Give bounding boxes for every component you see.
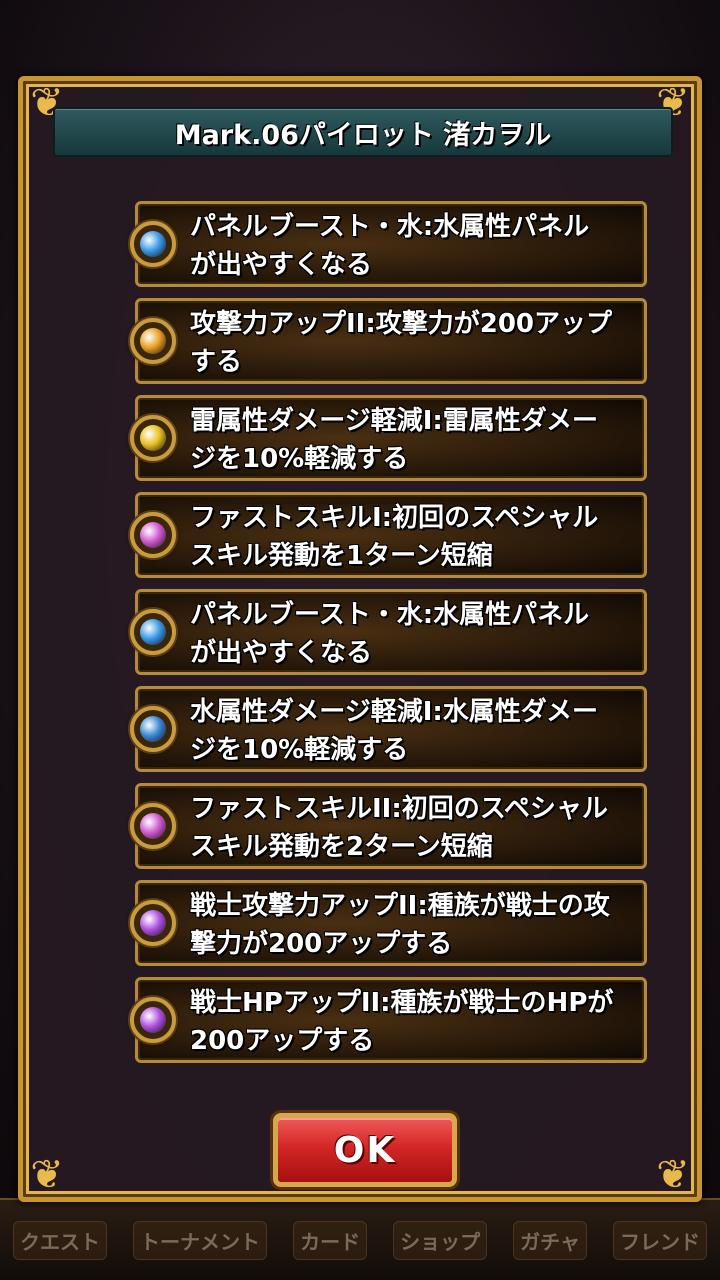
skill-dialog: ❦ ❦ ❦ ❦ Mark.06パイロット 渚カヲル パネルブースト・水:水属性パ… (18, 76, 702, 1202)
nav-gacha: ガチャ (513, 1220, 587, 1260)
dialog-title: Mark.06パイロット 渚カヲル (174, 119, 552, 151)
ok-label: OK (333, 1129, 397, 1171)
skill-description: 水属性ダメージ軽減I:水属性ダメー ジを10%軽減する (190, 697, 598, 765)
ok-button[interactable]: OK (273, 1113, 457, 1187)
skill-row: 戦士攻撃力アップII:種族が戦士の攻 撃力が200アップする (130, 880, 647, 966)
skill-description: 戦士HPアップII:種族が戦士のHPが 200アップする (190, 988, 614, 1056)
skill-row: ファストスキルII:初回のスペシャル スキル発動を2ターン短縮 (130, 783, 647, 869)
fast-skill-icon (130, 512, 176, 558)
screen: クエスト トーナメント カード ショップ ガチャ フレンド ❦ ❦ ❦ ❦ Ma… (0, 0, 720, 1280)
water-guard-icon (130, 706, 176, 752)
skill-row: 戦士HPアップII:種族が戦士のHPが 200アップする (130, 977, 647, 1063)
warrior-hp-icon (130, 997, 176, 1043)
skill-row: パネルブースト・水:水属性パネル が出やすくなる (130, 201, 647, 287)
skill-description: ファストスキルI:初回のスペシャル スキル発動を1ターン短縮 (190, 503, 599, 571)
bottom-nav: クエスト トーナメント カード ショップ ガチャ フレンド (0, 1198, 720, 1280)
skill-row: 雷属性ダメージ軽減I:雷属性ダメー ジを10%軽減する (130, 395, 647, 481)
dialog-title-bar: Mark.06パイロット 渚カヲル (53, 107, 673, 157)
nav-shop: ショップ (393, 1220, 488, 1260)
skill-description: 攻撃力アップII:攻撃力が200アップ する (190, 309, 613, 377)
nav-card: カード (293, 1220, 368, 1260)
skill-row: 水属性ダメージ軽減I:水属性ダメー ジを10%軽減する (130, 686, 647, 772)
skill-description: パネルブースト・水:水属性パネル が出やすくなる (190, 212, 590, 280)
ornament-icon: ❦ (656, 1152, 690, 1198)
skill-description: 戦士攻撃力アップII:種族が戦士の攻 撃力が200アップする (190, 891, 610, 959)
skill-description: ファストスキルII:初回のスペシャル スキル発動を2ターン短縮 (190, 794, 608, 862)
skill-row: ファストスキルI:初回のスペシャル スキル発動を1ターン短縮 (130, 492, 647, 578)
thunder-guard-icon (130, 415, 176, 461)
fast-skill-icon (130, 803, 176, 849)
skill-row: パネルブースト・水:水属性パネル が出やすくなる (130, 589, 647, 675)
nav-quest: クエスト (13, 1220, 108, 1260)
water-panel-icon (130, 609, 176, 655)
warrior-attack-icon (130, 900, 176, 946)
ornament-icon: ❦ (30, 1152, 64, 1198)
nav-friend: フレンド (612, 1220, 707, 1260)
skill-row: 攻撃力アップII:攻撃力が200アップ する (130, 298, 647, 384)
skill-description: パネルブースト・水:水属性パネル が出やすくなる (190, 600, 590, 668)
attack-up-icon (130, 318, 176, 364)
water-panel-icon (130, 221, 176, 267)
skill-description: 雷属性ダメージ軽減I:雷属性ダメー ジを10%軽減する (190, 406, 598, 474)
nav-tournament: トーナメント (133, 1220, 268, 1260)
